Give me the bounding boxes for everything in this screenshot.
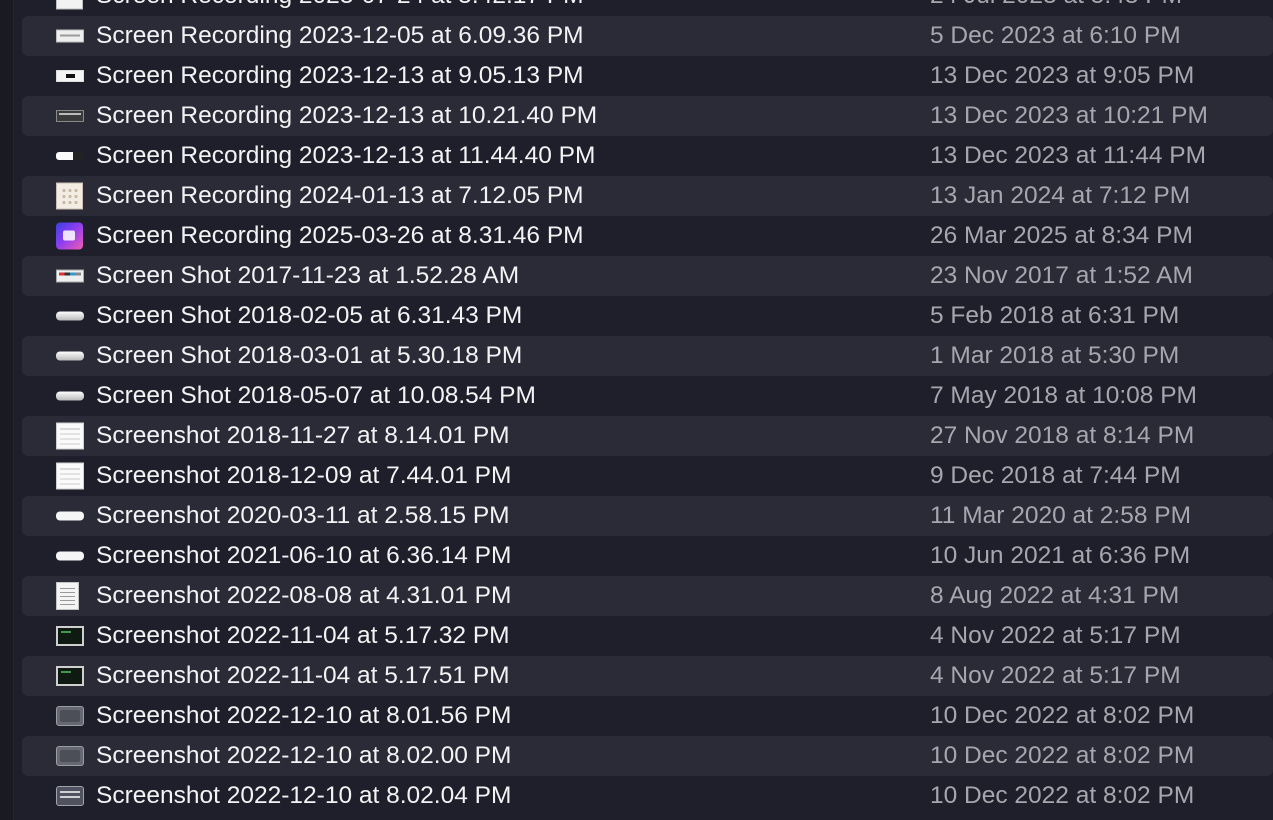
file-row[interactable]: Screenshot 2022-12-10 at 8.01.56 PM 10 De… — [22, 696, 1273, 736]
file-date-modified: 10 Dec 2022 at 8:02 PM — [930, 742, 1195, 769]
file-date-modified: 5 Feb 2018 at 6:31 PM — [930, 302, 1180, 329]
file-date-modified: 27 Nov 2018 at 8:14 PM — [930, 422, 1195, 449]
thumb-terminal-icon — [56, 666, 84, 686]
file-row[interactable]: Screen Recording 2024-01-13 at 7.12.05 P… — [22, 176, 1273, 216]
file-name: Screenshot 2018-11-27 at 8.14.01 PM — [96, 422, 510, 449]
file-date-modified: 11 Mar 2020 at 2:58 PM — [930, 502, 1192, 529]
thumb-bar-gradient-icon — [56, 391, 84, 401]
thumb-multicolor-icon — [56, 269, 84, 283]
file-row[interactable]: Screenshot 2021-06-10 at 6.36.14 PM 10 Ju… — [22, 536, 1273, 576]
thumb-sheet-icon — [56, 422, 84, 450]
file-name: Screenshot 2022-12-10 at 8.02.04 PM — [96, 782, 512, 809]
thumb-window-dark-icon — [56, 786, 84, 806]
file-name: Screenshot 2018-12-09 at 7.44.01 PM — [96, 462, 512, 489]
file-date-modified: 5 Dec 2023 at 6:10 PM — [930, 22, 1181, 49]
file-date-modified: 10 Dec 2022 at 8:02 PM — [930, 702, 1195, 729]
sidebar-edge — [0, 0, 14, 820]
file-name: Screen Shot 2018-05-07 at 10.08.54 PM — [96, 382, 536, 409]
file-row[interactable]: Screen Shot 2018-02-05 at 6.31.43 PM 5 Fe… — [22, 296, 1273, 336]
thumb-grid-icon — [56, 182, 83, 210]
thumb-black-bar-icon — [56, 70, 84, 82]
file-name: Screenshot 2022-12-10 at 8.02.00 PM — [96, 742, 512, 769]
thumb-page-icon — [56, 582, 79, 610]
file-row[interactable]: Screenshot 2022-11-04 at 5.17.32 PM 4 Nov… — [22, 616, 1273, 656]
file-row[interactable]: Screen Recording 2023-07-24 at 5.42.17 P… — [22, 0, 1273, 16]
thumb-bar-gradient-icon — [56, 311, 84, 321]
file-row[interactable]: Screenshot 2022-12-10 at 8.02.04 PM 10 De… — [22, 776, 1273, 816]
file-date-modified: 10 Jun 2021 at 6:36 PM — [930, 542, 1191, 569]
file-name: Screenshot 2022-12-10 at 8.01.56 PM — [96, 702, 512, 729]
file-row[interactable]: Screen Recording 2023-12-13 at 9.05.13 P… — [22, 56, 1273, 96]
file-name: Screen Recording 2025-03-26 at 8.31.46 P… — [96, 222, 584, 249]
file-row[interactable]: Screen Recording 2023-12-13 at 11.44.40 … — [22, 136, 1273, 176]
file-date-modified: 24 Jul 2023 at 5:43 PM — [930, 0, 1182, 16]
file-name: Screen Recording 2023-12-13 at 9.05.13 P… — [96, 62, 584, 89]
file-date-modified: 23 Nov 2017 at 1:52 AM — [930, 262, 1193, 289]
file-name: Screenshot 2022-11-04 at 5.17.32 PM — [96, 622, 510, 649]
file-name: Screenshot 2021-06-10 at 6.36.14 PM — [96, 542, 512, 569]
file-date-modified: 13 Dec 2023 at 9:05 PM — [930, 62, 1195, 89]
thumb-doc-icon — [56, 0, 83, 10]
file-name: Screenshot 2020-03-11 at 2.58.15 PM — [96, 502, 510, 529]
thumb-window-gray-icon — [56, 706, 84, 726]
file-name: Screen Recording 2023-12-05 at 6.09.36 P… — [96, 22, 584, 49]
file-row[interactable]: Screen Shot 2018-05-07 at 10.08.54 PM 7 M… — [22, 376, 1273, 416]
file-name: Screen Shot 2018-02-05 at 6.31.43 PM — [96, 302, 523, 329]
file-row[interactable]: Screenshot 2022-12-10 at 8.02.00 PM 10 De… — [22, 736, 1273, 776]
file-date-modified: 10 Dec 2022 at 8:02 PM — [930, 782, 1195, 809]
file-list: Screen Recording 2023-07-24 at 5.42.17 P… — [22, 0, 1273, 816]
file-name: Screen Recording 2024-01-13 at 7.12.05 P… — [96, 182, 584, 209]
thumb-wide-white-icon — [56, 29, 84, 43]
file-row[interactable]: Screenshot 2018-11-27 at 8.14.01 PM 27 No… — [22, 416, 1273, 456]
thumb-bar-white-icon — [56, 551, 84, 561]
file-row[interactable]: Screenshot 2022-08-08 at 4.31.01 PM 8 Aug… — [22, 576, 1273, 616]
file-name: Screen Recording 2023-12-13 at 10.21.40 … — [96, 102, 598, 129]
file-row[interactable]: Screen Shot 2018-03-01 at 5.30.18 PM 1 Ma… — [22, 336, 1273, 376]
thumb-terminal-icon — [56, 626, 84, 646]
thumb-bar-gradient-icon — [56, 351, 84, 361]
file-date-modified: 9 Dec 2018 at 7:44 PM — [930, 462, 1181, 489]
file-row[interactable]: Screenshot 2022-11-04 at 5.17.51 PM 4 Nov… — [22, 656, 1273, 696]
file-name: Screen Shot 2017-11-23 at 1.52.28 AM — [96, 262, 520, 289]
thumb-slim-icon — [56, 152, 84, 160]
file-date-modified: 4 Nov 2022 at 5:17 PM — [930, 662, 1181, 689]
thumb-sheet-icon — [56, 462, 84, 490]
file-name: Screenshot 2022-08-08 at 4.31.01 PM — [96, 582, 512, 609]
file-name: Screen Recording 2023-07-24 at 5.42.17 P… — [96, 0, 584, 16]
file-date-modified: 4 Nov 2022 at 5:17 PM — [930, 622, 1181, 649]
file-date-modified: 8 Aug 2022 at 4:31 PM — [930, 582, 1180, 609]
file-date-modified: 13 Dec 2023 at 11:44 PM — [930, 142, 1207, 169]
thumb-purple-app-icon — [56, 222, 83, 250]
file-name: Screen Shot 2018-03-01 at 5.30.18 PM — [96, 342, 523, 369]
file-row[interactable]: Screen Recording 2023-12-13 at 10.21.40 … — [22, 96, 1273, 136]
thumb-bar-white-icon — [56, 511, 84, 521]
file-name: Screen Recording 2023-12-13 at 11.44.40 … — [96, 142, 596, 169]
file-row[interactable]: Screenshot 2020-03-11 at 2.58.15 PM 11 Ma… — [22, 496, 1273, 536]
thumb-window-gray-icon — [56, 746, 84, 766]
file-date-modified: 26 Mar 2025 at 8:34 PM — [930, 222, 1193, 249]
file-row[interactable]: Screen Shot 2017-11-23 at 1.52.28 AM 23 N… — [22, 256, 1273, 296]
file-date-modified: 7 May 2018 at 10:08 PM — [930, 382, 1197, 409]
file-row[interactable]: Screen Recording 2023-12-05 at 6.09.36 P… — [22, 16, 1273, 56]
file-row[interactable]: Screenshot 2018-12-09 at 7.44.01 PM 9 Dec… — [22, 456, 1273, 496]
file-name: Screenshot 2022-11-04 at 5.17.51 PM — [96, 662, 510, 689]
thumb-dark-gray-icon — [56, 110, 84, 122]
file-row[interactable]: Screen Recording 2025-03-26 at 8.31.46 P… — [22, 216, 1273, 256]
file-date-modified: 1 Mar 2018 at 5:30 PM — [930, 342, 1180, 369]
file-date-modified: 13 Dec 2023 at 10:21 PM — [930, 102, 1208, 129]
file-date-modified: 13 Jan 2024 at 7:12 PM — [930, 182, 1191, 209]
